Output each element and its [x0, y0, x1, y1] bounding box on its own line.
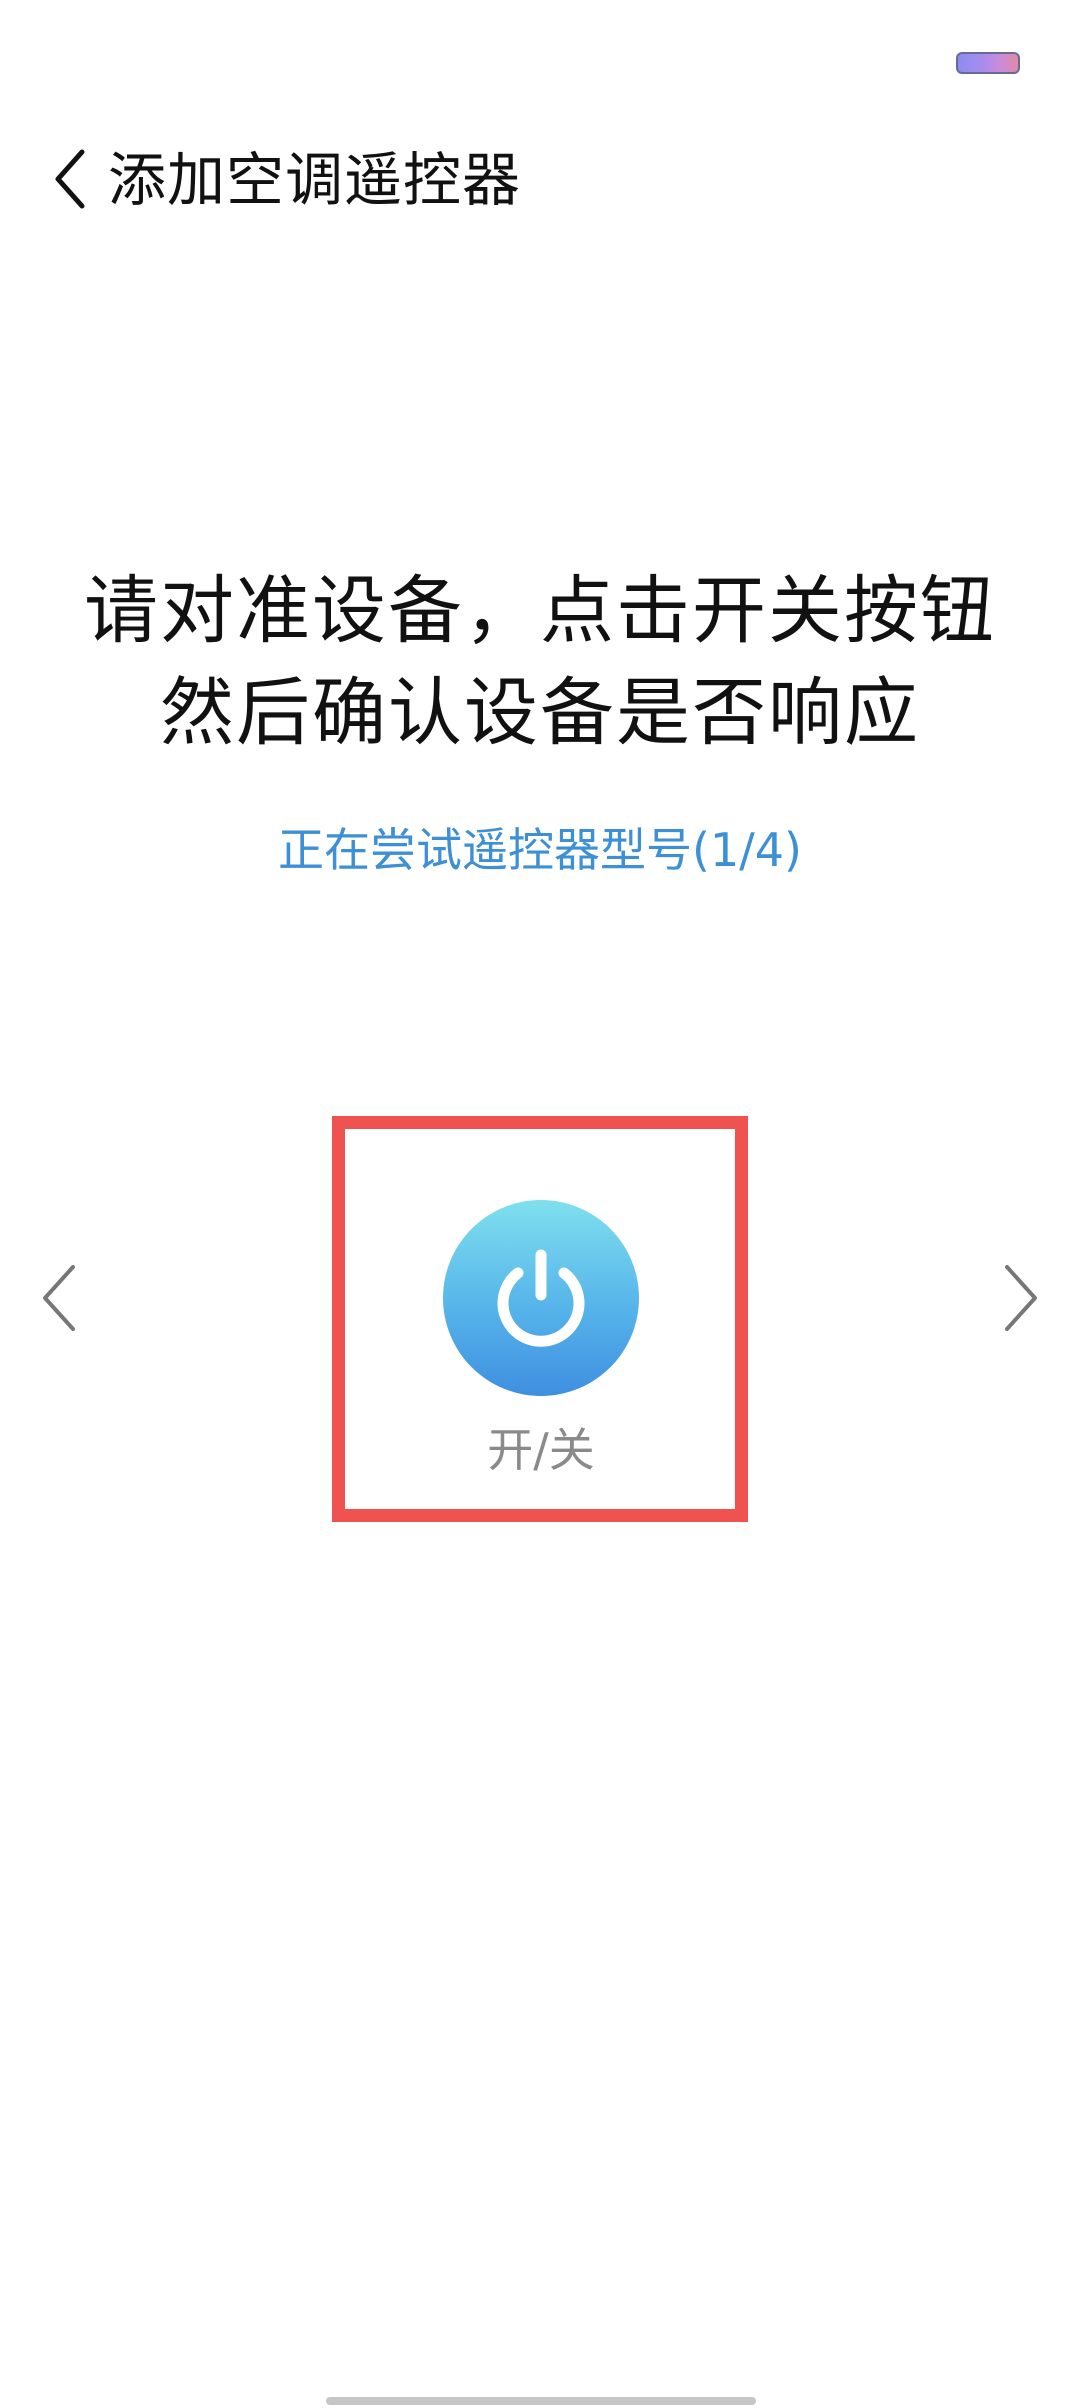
power-button[interactable]	[443, 1200, 639, 1396]
instruction-text: 请对准设备，点击开关按钮 然后确认设备是否响应	[0, 560, 1080, 764]
instruction-line-2: 然后确认设备是否响应	[160, 670, 920, 756]
chevron-left-icon	[55, 149, 85, 209]
power-icon	[497, 1249, 585, 1347]
previous-model-button[interactable]	[34, 1258, 84, 1338]
home-indicator[interactable]	[326, 2397, 756, 2405]
page-title: 添加空调遥控器	[108, 146, 522, 214]
model-trial-status: 正在尝试遥控器型号(1/4)	[278, 823, 802, 877]
power-label: 开/关	[487, 1423, 595, 1477]
back-button[interactable]	[40, 144, 100, 214]
instruction-line-1: 请对准设备，点击开关按钮	[84, 568, 996, 654]
chevron-right-icon	[1005, 1265, 1037, 1331]
chevron-left-icon	[43, 1265, 75, 1331]
status-indicator	[956, 52, 1020, 74]
next-model-button[interactable]	[996, 1258, 1046, 1338]
header-bar: 添加空调遥控器	[0, 130, 1080, 230]
